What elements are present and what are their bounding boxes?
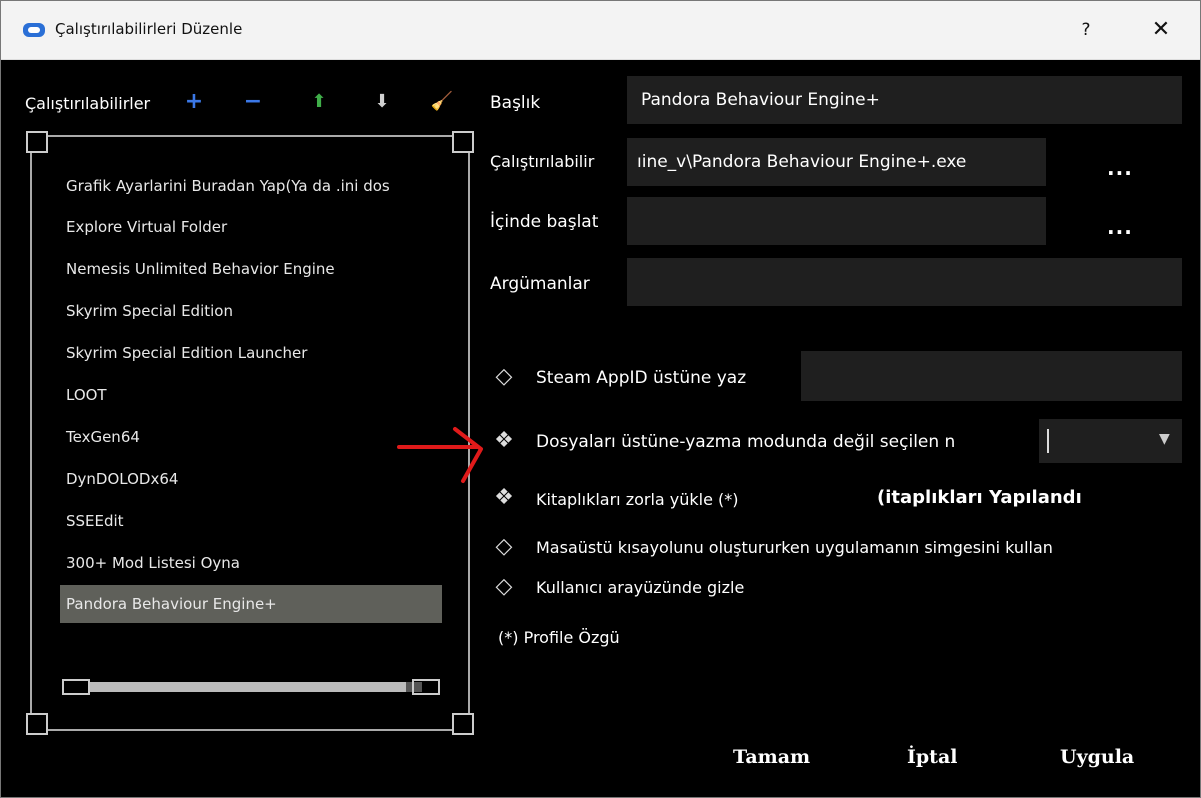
browse-start-in-button[interactable]: ... [1107,215,1133,239]
horizontal-scrollbar[interactable] [62,679,440,695]
executable-field[interactable]: ıine_v\Pandora Behaviour Engine+.exe [627,138,1046,186]
scroll-right-button[interactable] [412,679,440,695]
start-in-label: İçinde başlat [490,212,599,232]
start-in-field[interactable] [627,197,1046,245]
list-item[interactable]: 300+ Mod Listesi Oyna [60,544,442,582]
list-item[interactable]: SSEEdit [60,502,442,540]
desktop-shortcut-label: Masaüstü kısayolunu oluştururken uygulam… [536,538,1053,557]
help-button[interactable]: ? [1066,13,1106,47]
overwrite-label: Dosyaları üstüne-yazma modunda değil seç… [536,432,956,452]
hide-ui-label: Kullanıcı arayüzünde gizle [536,578,745,597]
profile-specific-note: (*) Profile Özgü [498,628,620,647]
ok-button[interactable]: Tamam [727,745,816,769]
apply-button[interactable]: Uygula [1054,745,1140,769]
add-executable-icon[interactable]: + [181,89,207,115]
executables-heading: Çalıştırılabilirler [25,94,151,113]
force-libraries-checkbox-icon[interactable]: ❖ [492,486,516,510]
arguments-label: Argümanlar [490,274,590,294]
move-down-icon[interactable]: ⬇ [369,89,395,115]
list-item[interactable]: TexGen64 [60,418,442,456]
close-button[interactable]: ✕ [1141,13,1181,47]
list-item[interactable]: Skyrim Special Edition Launcher [60,334,442,372]
edit-executables-dialog: Çalıştırılabilirleri Düzenle ? ✕ Çalıştı… [0,0,1201,798]
frame-corner [452,713,474,735]
dropdown-arrow-icon[interactable]: ▼ [1159,431,1170,447]
title-field[interactable]: Pandora Behaviour Engine+ [627,76,1182,124]
desktop-shortcut-checkbox-icon[interactable]: ◇ [492,535,516,559]
overwrite-mod-select[interactable]: ▼ [1039,419,1182,463]
remove-executable-icon[interactable]: − [240,89,266,115]
list-item-selected[interactable]: Pandora Behaviour Engine+ [60,585,442,623]
annotation-arrow [397,427,483,483]
window-title: Çalıştırılabilirleri Düzenle [55,20,243,38]
cancel-button[interactable]: İptal [901,745,963,769]
list-item[interactable]: Nemesis Unlimited Behavior Engine [60,250,442,288]
text-cursor [1047,429,1049,453]
list-item[interactable]: Skyrim Special Edition [60,292,442,330]
executable-label: Çalıştırılabilir [490,152,595,171]
broom-icon[interactable]: 🧹 [429,89,455,115]
steam-appid-field[interactable] [801,351,1182,401]
configure-libraries-button[interactable]: (itaplıkları Yapılandı [877,487,1082,508]
title-label: Başlık [490,93,541,113]
list-item[interactable]: Grafik Ayarlarini Buradan Yap(Ya da .ini… [60,167,442,205]
list-item[interactable]: DynDOLODx64 [60,460,442,498]
steam-appid-checkbox-icon[interactable]: ◇ [492,365,516,389]
arguments-field[interactable] [627,258,1182,306]
frame-corner [452,131,474,153]
steam-appid-label: Steam AppID üstüne yaz [536,368,747,388]
scroll-thumb[interactable] [90,682,406,692]
app-icon [23,23,45,37]
browse-executable-button[interactable]: ... [1107,156,1133,180]
scroll-left-button[interactable] [62,679,90,695]
overwrite-checkbox-icon[interactable]: ❖ [492,429,516,453]
list-item[interactable]: LOOT [60,376,442,414]
frame-corner [26,131,48,153]
frame-corner [26,713,48,735]
hide-ui-checkbox-icon[interactable]: ◇ [492,575,516,599]
force-libraries-label: Kitaplıkları zorla yükle (*) [536,490,739,509]
list-item[interactable]: Explore Virtual Folder [60,208,442,246]
title-bar: Çalıştırılabilirleri Düzenle ? ✕ [1,1,1200,60]
move-up-icon[interactable]: ⬆ [306,89,332,115]
